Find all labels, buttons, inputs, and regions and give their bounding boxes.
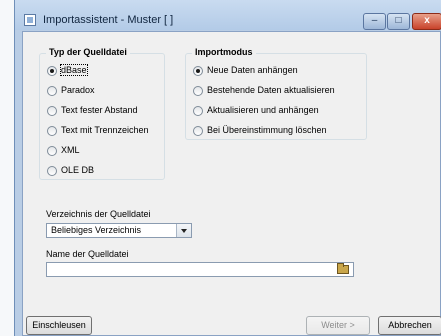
close-button[interactable]: x [412, 13, 441, 30]
filename-label: Name der Quelldatei [46, 249, 129, 259]
app-icon [24, 14, 36, 26]
radio-label: Text mit Trennzeichen [61, 125, 149, 135]
directory-label: Verzeichnis der Quelldatei [46, 209, 151, 219]
import-button[interactable]: Einschleusen [26, 316, 92, 335]
radio-label: Paradox [61, 85, 95, 95]
radio-icon [47, 126, 57, 136]
radio-icon [47, 66, 57, 76]
dialog-content: Typ der Quelldatei dBase Paradox Text fe… [22, 31, 441, 336]
next-button[interactable]: Weiter > [306, 316, 370, 335]
radio-icon [193, 86, 203, 96]
radio-label: Bei Übereinstimmung löschen [207, 125, 327, 135]
radio-label: Aktualisieren und anhängen [207, 105, 319, 115]
radio-label: Bestehende Daten aktualisieren [207, 85, 335, 95]
directory-select[interactable]: Beliebiges Verzeichnis [46, 223, 192, 238]
browse-button[interactable] [334, 262, 352, 277]
filename-input[interactable] [46, 262, 354, 277]
chevron-down-icon[interactable] [176, 224, 191, 237]
radio-label: dBase [60, 64, 88, 76]
radio-icon [47, 86, 57, 96]
import-mode-title: Importmodus [192, 47, 256, 57]
radio-icon [193, 66, 203, 76]
radio-label: Text fester Abstand [61, 105, 138, 115]
import-assistant-window: Importassistent - Muster [ ] – □ x Typ d… [14, 0, 441, 336]
source-type-group: Typ der Quelldatei dBase Paradox Text fe… [39, 47, 165, 180]
source-type-title: Typ der Quelldatei [46, 47, 130, 57]
minimize-button[interactable]: – [363, 13, 386, 30]
folder-open-icon [337, 263, 349, 274]
radio-label: XML [61, 145, 80, 155]
directory-select-value: Beliebiges Verzeichnis [51, 225, 142, 235]
radio-label: Neue Daten anhängen [207, 65, 298, 75]
radio-icon [193, 126, 203, 136]
radio-icon [193, 106, 203, 116]
radio-icon [47, 146, 57, 156]
title-bar[interactable]: Importassistent - Muster [ ] – □ x [15, 0, 441, 30]
maximize-button[interactable]: □ [387, 13, 410, 30]
radio-icon [47, 166, 57, 176]
window-title: Importassistent - Muster [ ] [43, 14, 174, 26]
background-area [0, 0, 14, 336]
cancel-button[interactable]: Abbrechen [378, 316, 441, 335]
import-mode-group: Importmodus Neue Daten anhängen Bestehen… [185, 47, 367, 140]
radio-label: OLE DB [61, 165, 95, 175]
radio-icon [47, 106, 57, 116]
